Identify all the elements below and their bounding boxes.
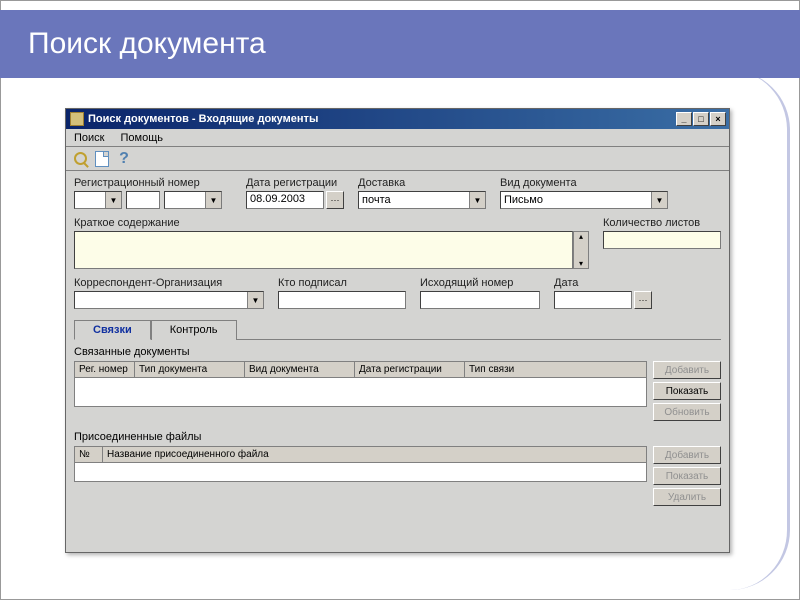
attached-files-title: Присоединенные файлы xyxy=(74,431,721,443)
col-file-num[interactable]: № xyxy=(75,447,103,462)
tab-bar: Связки Контроль xyxy=(74,319,721,339)
toolbar: ? xyxy=(66,147,729,171)
slide-title: Поиск документа xyxy=(28,27,266,61)
chevron-down-icon: ▼ xyxy=(469,192,485,208)
files-grid[interactable]: № Название присоединенного файла xyxy=(74,446,647,482)
pages-input[interactable] xyxy=(603,231,721,249)
help-button[interactable]: ? xyxy=(114,149,134,169)
delivery-combo[interactable]: почта ▼ xyxy=(358,191,486,209)
help-icon: ? xyxy=(119,150,129,168)
col-reg[interactable]: Рег. номер xyxy=(75,362,135,377)
signed-by-label: Кто подписал xyxy=(278,277,406,289)
date-label: Дата xyxy=(554,277,652,289)
search-button[interactable] xyxy=(70,149,90,169)
files-add-button[interactable]: Добавить xyxy=(653,446,721,464)
menubar: Поиск Помощь xyxy=(66,129,729,147)
magnifier-icon xyxy=(74,152,87,165)
window-titlebar[interactable]: Поиск документов - Входящие документы _ … xyxy=(66,109,729,129)
reg-number-label: Регистрационный номер xyxy=(74,177,232,189)
chevron-down-icon: ▼ xyxy=(651,192,667,208)
col-kind[interactable]: Вид документа xyxy=(245,362,355,377)
new-button[interactable] xyxy=(92,149,112,169)
linked-refresh-button[interactable]: Обновить xyxy=(653,403,721,421)
new-doc-icon xyxy=(95,151,109,167)
linked-add-button[interactable]: Добавить xyxy=(653,361,721,379)
reg-date-picker-button[interactable]: ··· xyxy=(326,191,344,209)
delivery-value: почта xyxy=(362,194,391,206)
reg-date-label: Дата регистрации xyxy=(246,177,344,189)
window-title: Поиск документов - Входящие документы xyxy=(88,113,676,125)
doc-type-label: Вид документа xyxy=(500,177,668,189)
chevron-down-icon: ▼ xyxy=(105,192,121,208)
signed-by-input[interactable] xyxy=(278,291,406,309)
summary-scrollbar[interactable] xyxy=(573,231,589,269)
app-window: Поиск документов - Входящие документы _ … xyxy=(65,108,730,553)
minimize-button[interactable]: _ xyxy=(676,112,692,126)
app-icon xyxy=(70,112,84,126)
chevron-down-icon: ▼ xyxy=(205,192,221,208)
outgoing-no-input[interactable] xyxy=(420,291,540,309)
correspondent-label: Корреспондент-Организация xyxy=(74,277,264,289)
date-picker-button[interactable]: ··· xyxy=(634,291,652,309)
tab-links[interactable]: Связки xyxy=(74,320,151,340)
reg-number-prefix-combo[interactable]: ▼ xyxy=(74,191,122,209)
col-file-name[interactable]: Название присоединенного файла xyxy=(103,447,646,462)
close-button[interactable]: × xyxy=(710,112,726,126)
col-date[interactable]: Дата регистрации xyxy=(355,362,465,377)
menu-search[interactable]: Поиск xyxy=(70,132,108,144)
col-doc-type[interactable]: Тип документа xyxy=(135,362,245,377)
doc-type-combo[interactable]: Письмо ▼ xyxy=(500,191,668,209)
doc-type-value: Письмо xyxy=(504,194,543,206)
files-delete-button[interactable]: Удалить xyxy=(653,488,721,506)
files-show-button[interactable]: Показать xyxy=(653,467,721,485)
summary-textarea[interactable] xyxy=(74,231,573,269)
linked-show-button[interactable]: Показать xyxy=(653,382,721,400)
menu-help[interactable]: Помощь xyxy=(116,132,167,144)
slide-header: Поиск документа xyxy=(0,10,800,78)
tab-control[interactable]: Контроль xyxy=(151,320,237,340)
reg-number-suffix-combo[interactable]: ▼ xyxy=(164,191,222,209)
form-area: Регистрационный номер ▼ ▼ Дата регистрац… xyxy=(66,171,729,512)
linked-docs-grid[interactable]: Рег. номер Тип документа Вид документа Д… xyxy=(74,361,647,407)
date-input[interactable] xyxy=(554,291,632,309)
reg-date-input[interactable]: 08.09.2003 xyxy=(246,191,324,209)
linked-docs-title: Связанные документы xyxy=(74,346,721,358)
chevron-down-icon: ▼ xyxy=(247,292,263,308)
reg-number-input[interactable] xyxy=(126,191,160,209)
correspondent-combo[interactable]: ▼ xyxy=(74,291,264,309)
summary-label: Краткое содержание xyxy=(74,217,589,229)
outgoing-no-label: Исходящий номер xyxy=(420,277,540,289)
pages-label: Количество листов xyxy=(603,217,721,229)
maximize-button[interactable]: □ xyxy=(693,112,709,126)
col-link[interactable]: Тип связи xyxy=(465,362,646,377)
delivery-label: Доставка xyxy=(358,177,486,189)
